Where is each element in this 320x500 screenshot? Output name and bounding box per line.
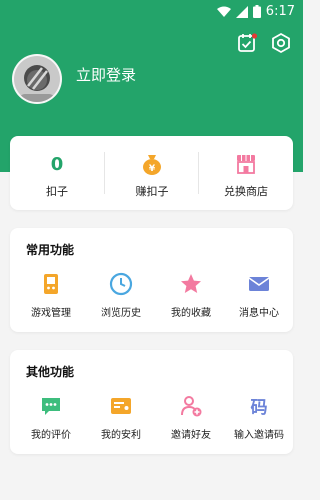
function-favorites[interactable]: 我的收藏 [156,272,226,324]
avatar[interactable] [12,54,62,104]
section-title: 其他功能 [26,365,75,379]
function-label: 消息中心 [239,308,279,319]
stat-store[interactable]: 兑换商店 [199,136,293,210]
invite-code-icon: 码 [251,398,268,418]
function-history[interactable]: 浏览历史 [86,272,156,324]
store-label: 兑换商店 [224,185,268,198]
envelope-icon [248,277,270,291]
stat-earn-coins[interactable]: ¥ 赚扣子 [105,136,199,210]
signal-icon [235,5,248,18]
function-label: 输入邀请码 [234,430,284,441]
function-enter-invite-code[interactable]: 码 输入邀请码 [224,394,294,446]
login-link[interactable]: 立即登录 [76,64,136,85]
recommend-card-icon [111,398,131,414]
star-icon [181,274,201,293]
common-functions-grid: 游戏管理 浏览历史 我的收藏 消息中心 [10,272,293,324]
history-clock-icon [109,272,133,296]
function-my-reviews[interactable]: 我的评价 [16,394,86,446]
comment-icon [42,398,60,415]
money-bag-icon: ¥ [143,155,161,175]
battery-icon [252,5,261,18]
function-messages[interactable]: 消息中心 [224,272,294,324]
invite-friend-icon [181,396,202,417]
stats-card: 0 扣子 ¥ 赚扣子 兑换商店 [10,136,293,210]
svg-text:码: 码 [251,398,268,418]
game-manage-icon [44,274,58,294]
other-functions-card: 其他功能 我的评价 我的安利 邀请好友 码 输入邀请码 [10,350,293,454]
section-title: 常用功能 [26,243,75,257]
store-icon [237,155,255,174]
svg-text:¥: ¥ [149,164,156,174]
coins-label: 扣子 [46,185,68,198]
status-time: 6:17 [265,4,295,19]
function-label: 我的安利 [101,430,141,441]
settings-icon[interactable] [270,32,292,54]
function-label: 游戏管理 [31,308,71,319]
status-icons: 6:17 [216,4,295,19]
common-functions-card: 常用功能 游戏管理 浏览历史 我的收藏 消息中心 [10,228,293,332]
function-label: 浏览历史 [101,308,141,319]
function-label: 我的评价 [31,430,71,441]
earn-coins-label: 赚扣子 [135,185,169,198]
function-invite-friends[interactable]: 邀请好友 [156,394,226,446]
status-bar: 6:17 [0,0,303,24]
stat-coins[interactable]: 0 扣子 [10,136,104,210]
other-functions-grid: 我的评价 我的安利 邀请好友 码 输入邀请码 [10,394,293,446]
default-avatar-icon [19,65,55,102]
coins-count: 0 [50,154,64,175]
function-label: 邀请好友 [171,430,211,441]
function-my-recommend[interactable]: 我的安利 [86,394,156,446]
checkin-calendar-icon[interactable] [236,32,258,54]
function-label: 我的收藏 [171,308,211,319]
wifi-icon [216,6,231,17]
function-game-manage[interactable]: 游戏管理 [16,272,86,324]
